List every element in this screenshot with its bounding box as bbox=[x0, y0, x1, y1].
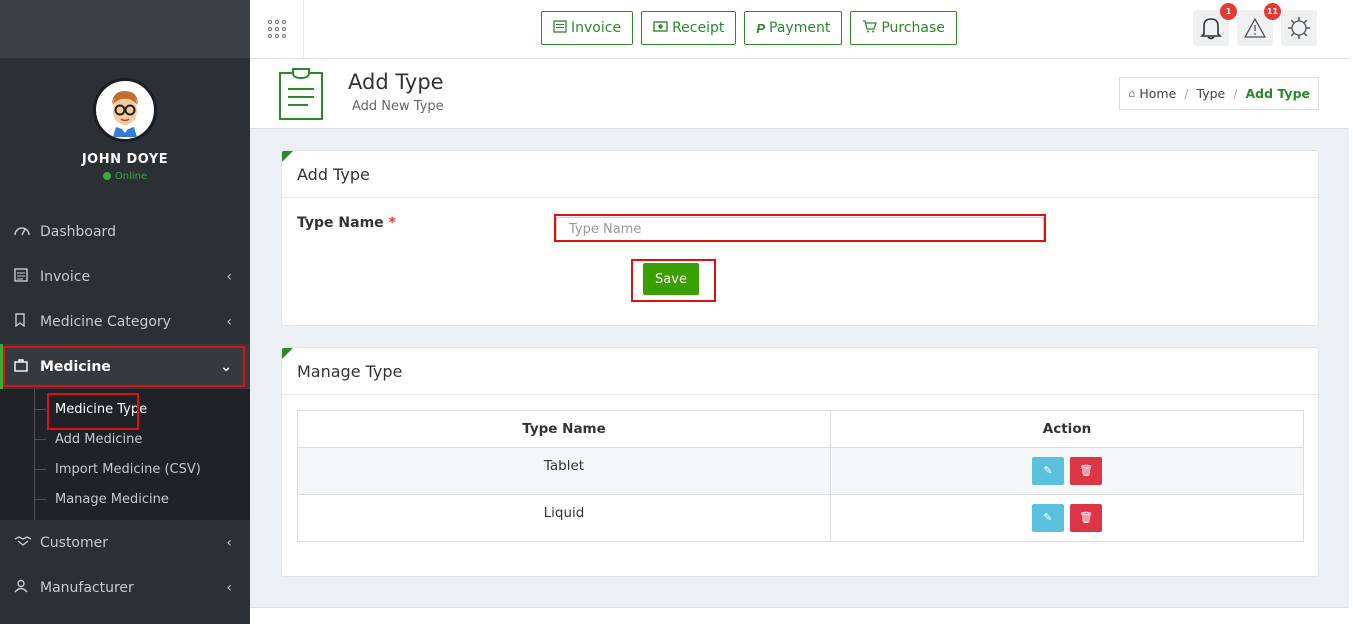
dashboard-icon bbox=[14, 224, 34, 240]
breadcrumb-home[interactable]: Home bbox=[1139, 86, 1176, 101]
panel-title: Add Type bbox=[282, 151, 1318, 198]
receipt-button-label: Receipt bbox=[672, 20, 725, 36]
sidebar-item-invoice[interactable]: Invoice ‹ bbox=[0, 254, 250, 299]
column-header: Type Name bbox=[297, 410, 831, 448]
user-status-label: Online bbox=[114, 171, 148, 182]
page-subtitle: Add New Type bbox=[352, 99, 444, 114]
notifications-badge: 1 bbox=[1220, 3, 1237, 20]
highlight-box bbox=[631, 259, 716, 302]
type-table: Type Name Action Tablet ✎ 🗑 Liquid ✎ 🗑 bbox=[297, 410, 1304, 542]
notifications-button[interactable]: 1 bbox=[1193, 3, 1237, 46]
apps-grid-icon[interactable] bbox=[250, 0, 304, 58]
user-panel: JOHN DOYE Online bbox=[0, 58, 250, 209]
sidebar-item-dashboard[interactable]: Dashboard bbox=[0, 209, 250, 254]
alerts-badge: 11 bbox=[1264, 3, 1281, 20]
table-header-row: Type Name Action bbox=[297, 410, 1304, 448]
type-name-label: Type Name * bbox=[297, 215, 396, 231]
breadcrumb: ⌂ Home / Type / Add Type bbox=[1119, 77, 1319, 110]
footer bbox=[250, 607, 1353, 624]
breadcrumb-current: Add Type bbox=[1245, 86, 1310, 101]
chevron-left-icon: ‹ bbox=[226, 313, 232, 330]
breadcrumb-separator: / bbox=[1233, 86, 1238, 101]
bookmark-icon bbox=[14, 312, 34, 331]
type-name-label-text: Type Name bbox=[297, 215, 384, 231]
user-icon bbox=[14, 579, 34, 597]
breadcrumb-separator: / bbox=[1184, 86, 1189, 101]
purchase-button-label: Purchase bbox=[881, 20, 945, 36]
trash-icon: 🗑 bbox=[1079, 464, 1094, 477]
sidebar-header bbox=[0, 0, 250, 58]
sidebar-item-label: Customer bbox=[40, 534, 109, 551]
invoice-icon bbox=[553, 19, 567, 37]
cart-icon bbox=[862, 19, 878, 37]
avatar[interactable] bbox=[93, 78, 157, 142]
alerts-button[interactable]: 11 bbox=[1237, 3, 1281, 46]
topbar: Invoice Receipt P Payment Purchase 1 11 bbox=[250, 0, 1353, 59]
submenu-item-manage-medicine[interactable]: Manage Medicine bbox=[0, 484, 250, 514]
avatar-image bbox=[98, 83, 152, 137]
invoice-button[interactable]: Invoice bbox=[541, 11, 634, 45]
submenu-item-import-medicine[interactable]: Import Medicine (CSV) bbox=[0, 454, 250, 484]
handshake-icon bbox=[14, 535, 34, 551]
action-cell: ✎ 🗑 bbox=[830, 494, 1304, 542]
gear-icon bbox=[1288, 17, 1310, 39]
sidebar-item-label: Manufacturer bbox=[40, 579, 134, 596]
delete-button[interactable]: 🗑 bbox=[1070, 504, 1103, 532]
sidebar-item-label: Medicine Category bbox=[40, 313, 171, 330]
warning-icon bbox=[1243, 17, 1267, 38]
pencil-icon: ✎ bbox=[1043, 511, 1053, 524]
type-name-cell: Tablet bbox=[297, 447, 831, 495]
sidebar-item-label: Invoice bbox=[40, 268, 91, 285]
invoice-icon bbox=[14, 267, 34, 286]
user-status: Online bbox=[0, 171, 250, 182]
payment-button[interactable]: P Payment bbox=[744, 11, 843, 45]
trash-icon: 🗑 bbox=[1079, 511, 1094, 524]
money-icon bbox=[653, 20, 668, 36]
sidebar: JOHN DOYE Online Dashboard Invoice ‹ Med… bbox=[0, 0, 250, 624]
page-title: Add Type bbox=[348, 70, 444, 94]
chevron-left-icon: ‹ bbox=[226, 534, 232, 551]
edit-button[interactable]: ✎ bbox=[1031, 504, 1064, 532]
user-name: JOHN DOYE bbox=[81, 152, 169, 167]
purchase-button[interactable]: Purchase bbox=[850, 11, 957, 45]
settings-button[interactable] bbox=[1281, 10, 1317, 46]
sidebar-item-medicine-category[interactable]: Medicine Category ‹ bbox=[0, 299, 250, 344]
page-header: Add Type Add New Type ⌂ Home / Type / Ad… bbox=[250, 59, 1353, 129]
receipt-button[interactable]: Receipt bbox=[641, 11, 737, 45]
online-dot-icon bbox=[102, 172, 111, 180]
sidebar-item-label: Dashboard bbox=[40, 223, 116, 240]
sidebar-item-manufacturer[interactable]: Manufacturer ‹ bbox=[0, 565, 250, 610]
quick-actions: Invoice Receipt P Payment Purchase bbox=[541, 11, 957, 45]
required-mark: * bbox=[388, 215, 396, 231]
type-name-cell: Liquid bbox=[297, 494, 831, 542]
highlight-box bbox=[554, 214, 1046, 242]
topbar-icons: 1 11 bbox=[1193, 3, 1317, 46]
panel-title: Manage Type bbox=[282, 348, 1318, 395]
pencil-icon: ✎ bbox=[1043, 464, 1053, 477]
home-icon: ⌂ bbox=[1128, 87, 1136, 100]
column-header: Action bbox=[830, 410, 1304, 448]
paypal-icon: P bbox=[756, 20, 766, 36]
table-row: Liquid ✎ 🗑 bbox=[297, 494, 1304, 542]
payment-button-label: Payment bbox=[769, 20, 831, 36]
breadcrumb-type[interactable]: Type bbox=[1197, 86, 1226, 101]
edit-button[interactable]: ✎ bbox=[1031, 457, 1064, 485]
highlight-box bbox=[3, 346, 245, 387]
table-row: Tablet ✎ 🗑 bbox=[297, 447, 1304, 495]
bell-icon bbox=[1200, 18, 1222, 40]
scrollbar[interactable] bbox=[1349, 0, 1353, 624]
invoice-button-label: Invoice bbox=[571, 20, 622, 36]
chevron-left-icon: ‹ bbox=[226, 268, 232, 285]
delete-button[interactable]: 🗑 bbox=[1070, 457, 1103, 485]
highlight-box bbox=[47, 393, 139, 430]
clipboard-icon bbox=[278, 67, 324, 125]
chevron-left-icon: ‹ bbox=[226, 579, 232, 596]
action-cell: ✎ 🗑 bbox=[830, 447, 1304, 495]
manage-type-panel: Manage Type Type Name Action Tablet ✎ 🗑 … bbox=[281, 347, 1319, 577]
sidebar-item-customer[interactable]: Customer ‹ bbox=[0, 520, 250, 565]
